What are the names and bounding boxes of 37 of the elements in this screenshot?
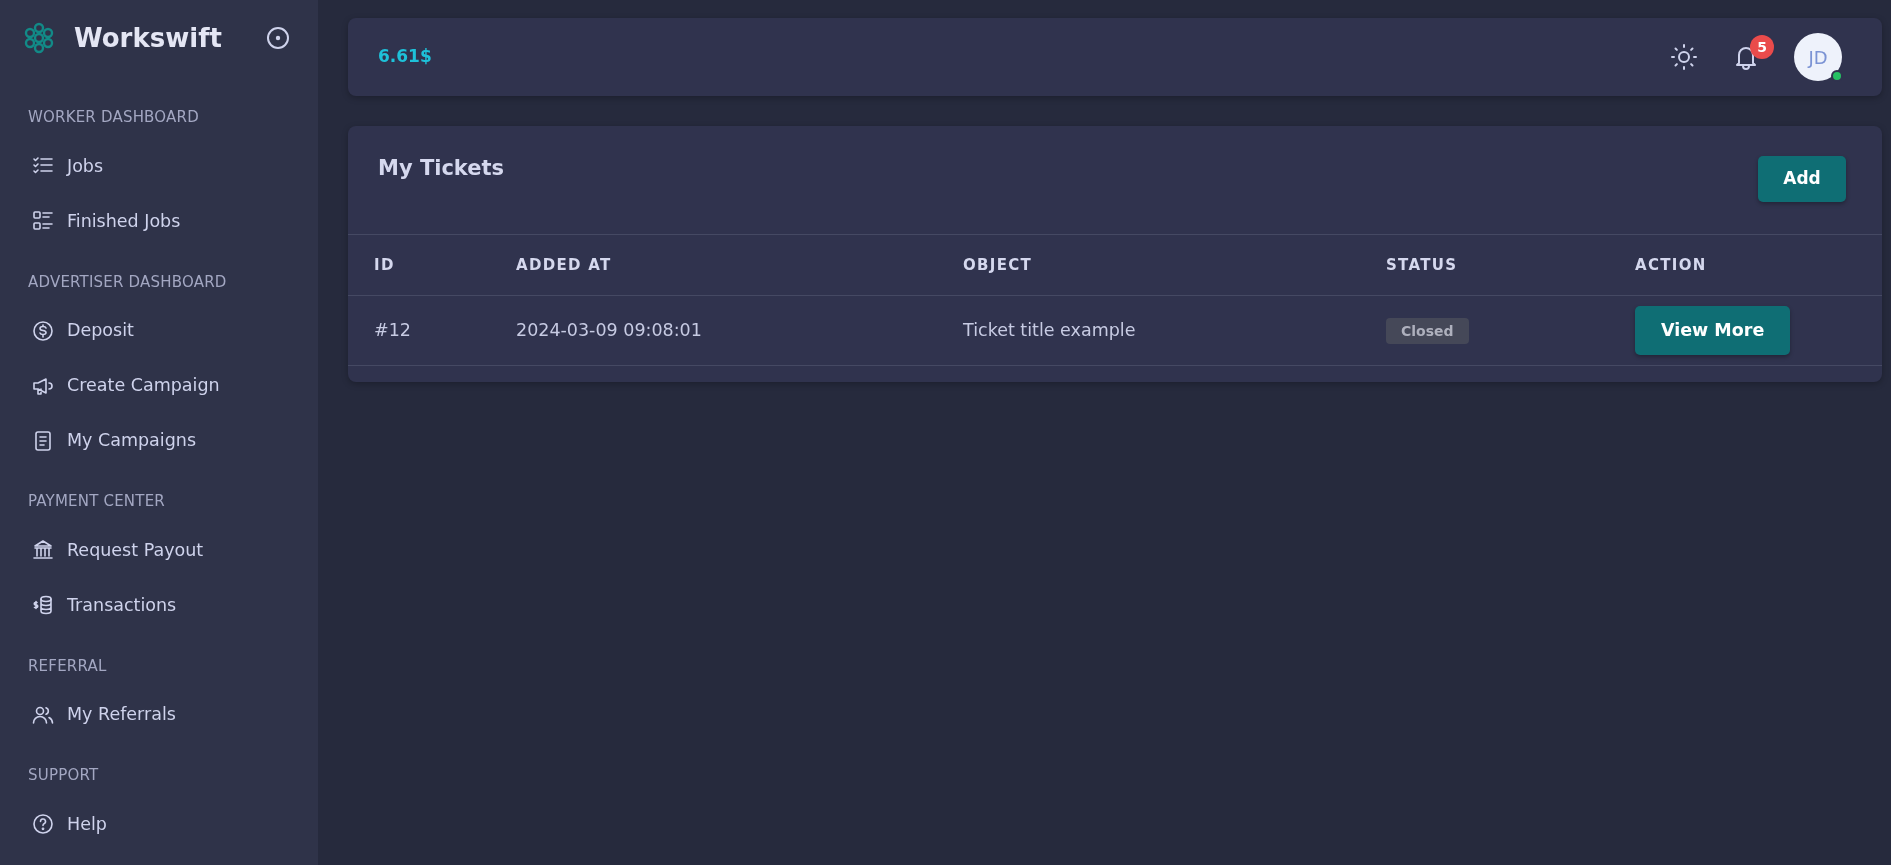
view-more-button[interactable]: View More <box>1635 306 1791 355</box>
coins-icon <box>31 593 55 617</box>
section-heading: REFERRAL <box>27 655 108 677</box>
nav-item[interactable]: Jobs <box>0 138 308 194</box>
table-cell: #12 <box>348 295 490 366</box>
sidebar-toggle-icon[interactable] <box>266 26 290 50</box>
nav-item[interactable]: Create Campaign <box>0 358 308 413</box>
section-heading: SUPPORT <box>27 765 100 786</box>
column-header: ID <box>348 234 490 296</box>
nav-item[interactable]: My Referrals <box>0 687 308 742</box>
nav-item[interactable]: Help <box>0 796 308 852</box>
balance: 6.61$ <box>378 45 432 69</box>
table-cell: Ticket title example <box>937 295 1360 366</box>
nav-item[interactable]: Transactions <box>0 577 308 633</box>
column-header: OBJECT <box>937 234 1360 296</box>
nav-item[interactable]: Deposit <box>0 303 308 358</box>
status-badge: Closed <box>1386 318 1469 345</box>
dollar-coin-icon <box>31 318 55 343</box>
logo-icon <box>22 21 56 55</box>
sun-icon[interactable] <box>1670 43 1698 71</box>
nav-item[interactable]: My Campaigns <box>0 413 308 468</box>
section-heading: PAYMENT CENTER <box>27 491 166 512</box>
bank-icon <box>31 538 55 562</box>
list-icon <box>31 209 55 233</box>
column-header: ACTION <box>1609 234 1882 296</box>
section-heading: ADVERTISER DASHBOARD <box>27 271 228 293</box>
help-icon <box>31 812 55 836</box>
column-header: STATUS <box>1360 234 1609 296</box>
card-title: My Tickets <box>378 156 505 182</box>
nav-item[interactable]: Finished Jobs <box>0 193 308 249</box>
brand-name: Workswift <box>74 21 222 55</box>
add-button[interactable]: Add <box>1758 156 1846 202</box>
section-heading: WORKER DASHBOARD <box>27 107 200 128</box>
nav-item[interactable]: Request Payout <box>0 522 308 578</box>
notification-count: 5 <box>1750 35 1774 59</box>
column-header: ADDED AT <box>490 234 937 296</box>
table-cell: 2024-03-09 09:08:01 <box>490 295 937 366</box>
